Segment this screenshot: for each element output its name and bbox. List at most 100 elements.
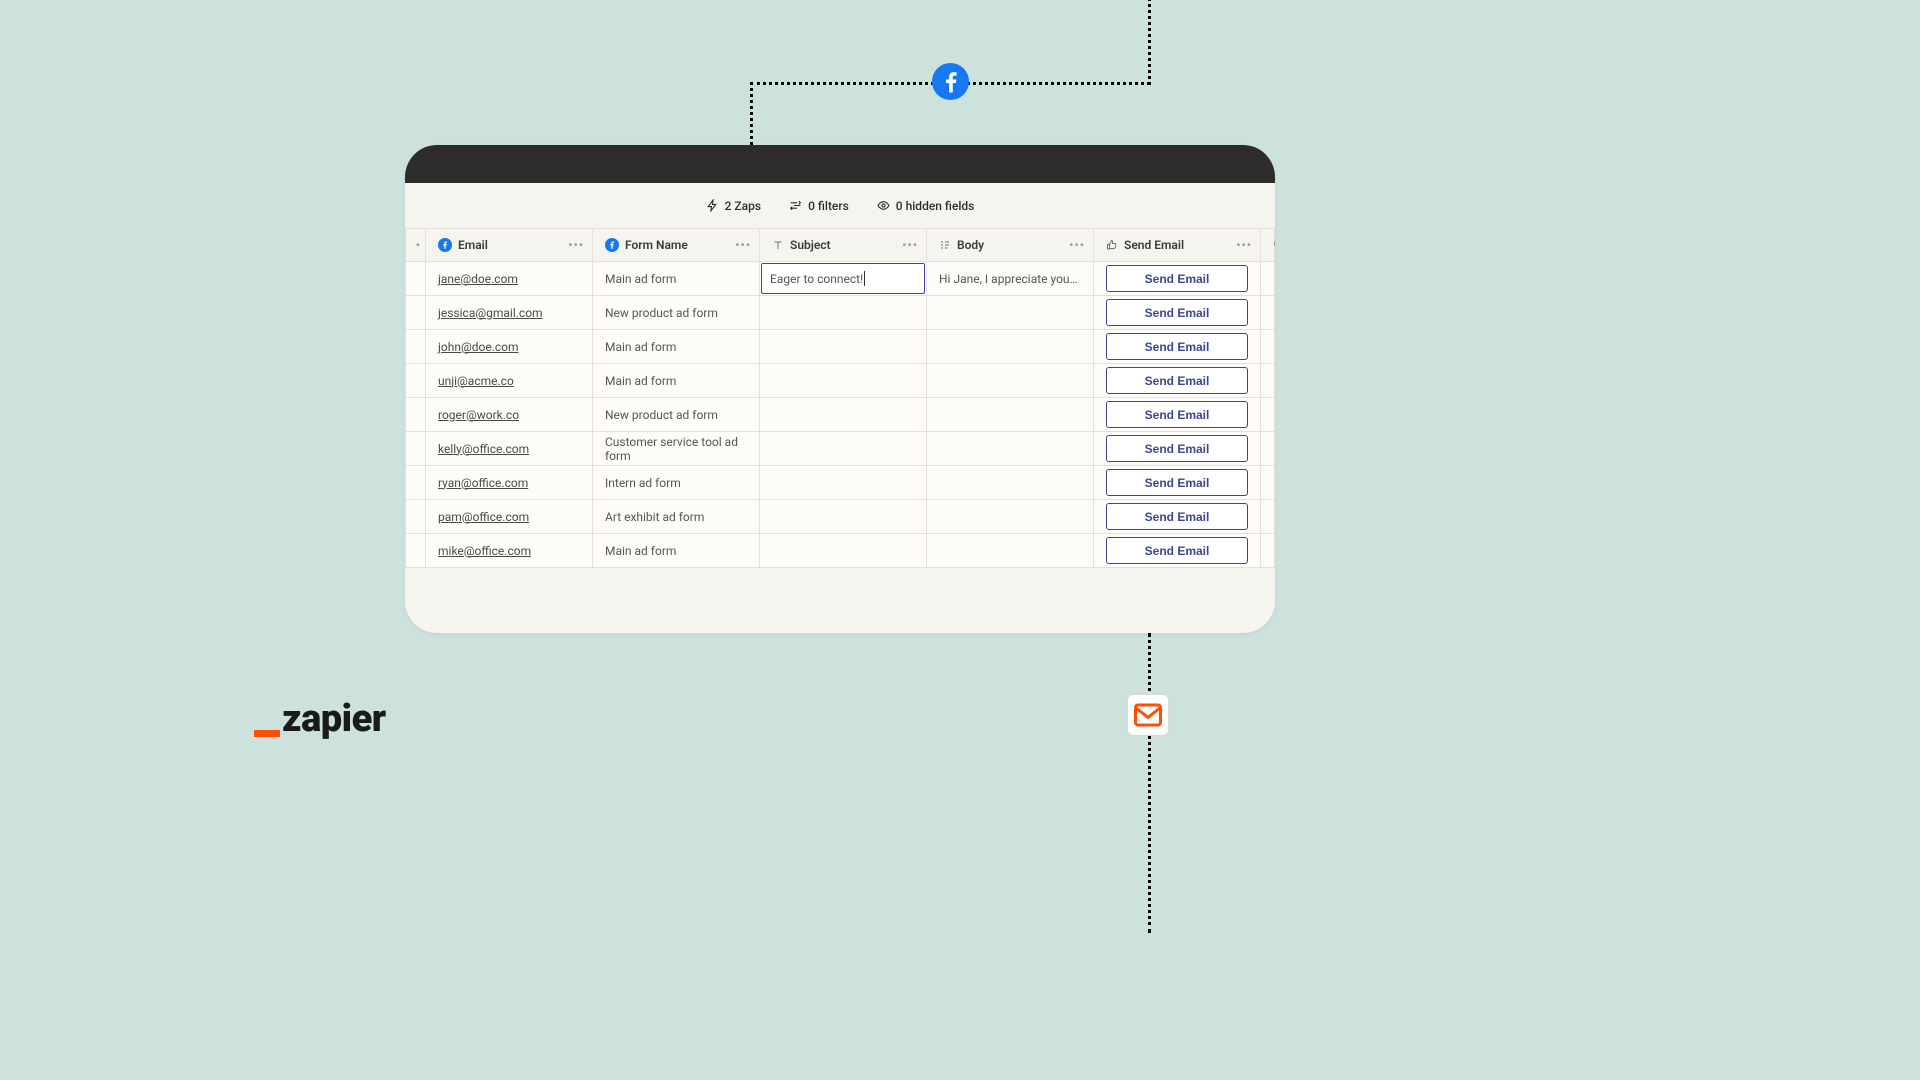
cell-subject[interactable]: [760, 398, 927, 432]
cell-body[interactable]: [927, 398, 1094, 432]
facebook-icon: [605, 238, 619, 252]
send-email-button[interactable]: Send Email: [1106, 503, 1248, 530]
send-email-button[interactable]: Send Email: [1106, 265, 1248, 292]
cell-email[interactable]: jane@doe.com: [426, 262, 593, 296]
text-icon: [772, 239, 784, 251]
cell-send: Send Email: [1094, 534, 1261, 568]
cell-email[interactable]: kelly@office.com: [426, 432, 593, 466]
cell-body[interactable]: Hi Jane, I appreciate your inte…: [927, 262, 1094, 296]
cell-body[interactable]: [927, 432, 1094, 466]
col-header-form[interactable]: Form Name •••: [593, 229, 760, 262]
cell-form[interactable]: Customer service tool ad form: [593, 432, 760, 466]
cell-subject[interactable]: [760, 432, 927, 466]
toolbar-filters[interactable]: 0 filters: [789, 199, 849, 213]
send-email-button[interactable]: Send Email: [1106, 333, 1248, 360]
facebook-icon: [932, 63, 969, 100]
cell-subject[interactable]: [760, 466, 927, 500]
table-row: jane@doe.com Main ad formEager to connect…: [406, 262, 1275, 296]
col-header-send[interactable]: Send Email •••: [1094, 229, 1261, 262]
toolbar-zaps[interactable]: 2 Zaps: [706, 199, 761, 213]
table-card: 2 Zaps 0 filters 0 hidden fields •: [405, 145, 1275, 633]
send-email-button[interactable]: Send Email: [1106, 537, 1248, 564]
email-link[interactable]: pam@office.com: [438, 510, 529, 524]
cell-email[interactable]: unji@acme.co: [426, 364, 593, 398]
send-email-button[interactable]: Send Email: [1106, 367, 1248, 394]
col-menu-subject[interactable]: •••: [902, 238, 918, 252]
col-menu-send[interactable]: •••: [1236, 238, 1252, 252]
table-row: roger@work.co New product ad form Send Ema…: [406, 398, 1275, 432]
cell-body[interactable]: [927, 296, 1094, 330]
cell-body[interactable]: [927, 500, 1094, 534]
cell-tail: [1261, 500, 1275, 534]
email-link[interactable]: unji@acme.co: [438, 374, 514, 388]
col-header-body[interactable]: Body •••: [927, 229, 1094, 262]
email-link[interactable]: jane@doe.com: [438, 272, 518, 286]
cell-form[interactable]: Main ad form: [593, 262, 760, 296]
cell-email[interactable]: john@doe.com: [426, 330, 593, 364]
email-link[interactable]: kelly@office.com: [438, 442, 529, 456]
cell-subject[interactable]: [760, 364, 927, 398]
cell-email[interactable]: mike@office.com: [426, 534, 593, 568]
email-link[interactable]: john@doe.com: [438, 340, 519, 354]
cell-tail: [1261, 534, 1275, 568]
cell-body[interactable]: [927, 534, 1094, 568]
cell-body[interactable]: [927, 466, 1094, 500]
send-email-button[interactable]: Send Email: [1106, 299, 1248, 326]
send-email-button[interactable]: Send Email: [1106, 435, 1248, 462]
cell-email[interactable]: roger@work.co: [426, 398, 593, 432]
col-header-email[interactable]: Email •••: [426, 229, 593, 262]
col-header-stub: •: [406, 229, 426, 262]
row-stub: [406, 398, 426, 432]
zapier-wordmark: zapier: [282, 697, 386, 741]
cell-subject[interactable]: [760, 296, 927, 330]
cell-body[interactable]: [927, 364, 1094, 398]
cell-form[interactable]: Art exhibit ad form: [593, 500, 760, 534]
cell-form[interactable]: New product ad form: [593, 398, 760, 432]
subject-input[interactable]: Eager to connect!: [761, 263, 925, 294]
cell-send: Send Email: [1094, 432, 1261, 466]
table-row: john@doe.com Main ad form Send Email: [406, 330, 1275, 364]
send-email-button[interactable]: Send Email: [1106, 469, 1248, 496]
email-link[interactable]: mike@office.com: [438, 544, 531, 558]
table-row: jessica@gmail.com New product ad form Send…: [406, 296, 1275, 330]
cell-email[interactable]: jessica@gmail.com: [426, 296, 593, 330]
cell-tail: [1261, 364, 1275, 398]
table-row: kelly@office.com Customer service tool ad…: [406, 432, 1275, 466]
col-menu-body[interactable]: •••: [1069, 238, 1085, 252]
send-email-button[interactable]: Send Email: [1106, 401, 1248, 428]
cell-subject[interactable]: [760, 500, 927, 534]
stub-overflow[interactable]: •: [416, 238, 421, 252]
cell-subject[interactable]: [760, 534, 927, 568]
row-stub: [406, 296, 426, 330]
cell-email[interactable]: ryan@office.com: [426, 466, 593, 500]
col-menu-form[interactable]: •••: [735, 238, 751, 252]
row-stub: [406, 330, 426, 364]
connector-top-drop: [750, 82, 753, 145]
cell-subject[interactable]: Eager to connect!: [760, 262, 927, 296]
cell-send: Send Email: [1094, 262, 1261, 296]
col-menu-email[interactable]: •••: [568, 238, 584, 252]
cell-email[interactable]: pam@office.com: [426, 500, 593, 534]
email-link[interactable]: ryan@office.com: [438, 476, 528, 490]
cell-form[interactable]: New product ad form: [593, 296, 760, 330]
table-row: unji@acme.co Main ad form Send Email: [406, 364, 1275, 398]
cell-form[interactable]: Main ad form: [593, 534, 760, 568]
cell-subject[interactable]: [760, 330, 927, 364]
email-link[interactable]: jessica@gmail.com: [438, 306, 543, 320]
col-header-subject[interactable]: Subject •••: [760, 229, 927, 262]
facebook-icon: [438, 238, 452, 252]
mail-icon: [1127, 694, 1169, 736]
cell-body[interactable]: [927, 330, 1094, 364]
cell-tail: [1261, 330, 1275, 364]
cell-send: Send Email: [1094, 500, 1261, 534]
table-row: pam@office.com Art exhibit ad form Send Em…: [406, 500, 1275, 534]
cell-form[interactable]: Intern ad form: [593, 466, 760, 500]
row-stub: [406, 364, 426, 398]
data-table: • Email ••• For: [405, 228, 1275, 568]
toolbar-hidden-fields[interactable]: 0 hidden fields: [877, 199, 975, 213]
email-link[interactable]: roger@work.co: [438, 408, 519, 422]
table-row: ryan@office.com Intern ad form Send Email: [406, 466, 1275, 500]
cell-form[interactable]: Main ad form: [593, 330, 760, 364]
cell-form[interactable]: Main ad form: [593, 364, 760, 398]
row-stub: [406, 500, 426, 534]
